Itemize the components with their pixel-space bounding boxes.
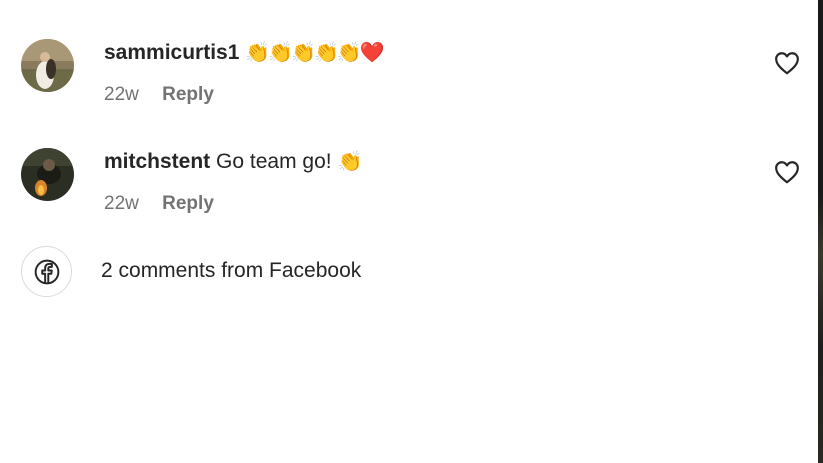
comment-item: sammicurtis1 👏👏👏👏👏❤️ 22w Reply (0, 0, 818, 105)
window-edge (818, 0, 823, 463)
user-avatar[interactable] (21, 148, 74, 201)
facebook-icon (21, 246, 72, 297)
comment-emoji: 👏 (337, 151, 362, 173)
comment-line: mitchstent Go team go! 👏 (104, 149, 362, 175)
user-avatar[interactable] (21, 39, 74, 92)
comment-text: Go team go! (216, 150, 332, 173)
heart-outline-icon[interactable] (774, 51, 800, 75)
reply-button[interactable]: Reply (162, 84, 214, 105)
comment-username[interactable]: mitchstent (104, 150, 210, 173)
comment-meta: 22w Reply (104, 84, 214, 106)
comment-age: 22w (104, 193, 139, 214)
comment-item: mitchstent Go team go! 👏 22w Reply (0, 109, 818, 214)
comment-username[interactable]: sammicurtis1 (104, 41, 239, 64)
comments-panel: sammicurtis1 👏👏👏👏👏❤️ 22w Reply mitchsten… (0, 0, 818, 463)
heart-outline-icon[interactable] (774, 160, 800, 184)
comment-meta: 22w Reply (104, 193, 214, 215)
reply-button[interactable]: Reply (162, 193, 214, 214)
facebook-comments-row[interactable]: 2 comments from Facebook (0, 246, 818, 300)
facebook-comments-label[interactable]: 2 comments from Facebook (101, 259, 361, 283)
comment-emoji: 👏👏👏👏👏❤️ (245, 42, 384, 64)
comment-line: sammicurtis1 👏👏👏👏👏❤️ (104, 40, 385, 66)
comment-age: 22w (104, 84, 139, 105)
